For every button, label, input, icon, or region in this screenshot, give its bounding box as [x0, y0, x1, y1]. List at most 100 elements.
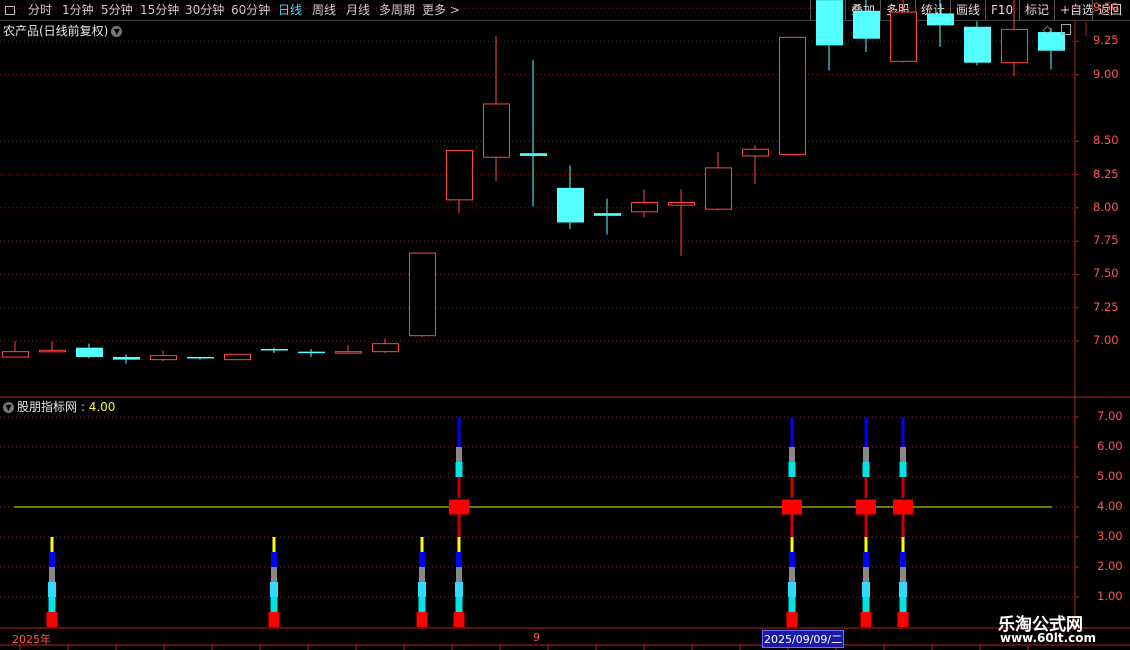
indicator-value: 4.00 — [88, 400, 116, 414]
candle-body — [335, 351, 362, 354]
panel-toggle-icon[interactable] — [1061, 24, 1071, 35]
indicator-name: 股朋指标网 — [17, 400, 78, 414]
indicator-bar-segment — [900, 447, 906, 462]
indicator-bar-segment — [901, 477, 905, 498]
indicator-tick-label: 7.00 — [1097, 409, 1123, 423]
indicator-bar-segment — [900, 567, 906, 582]
candle-body — [2, 351, 29, 358]
indicator-bar-segment — [416, 612, 428, 627]
indicator-bar-segment — [271, 567, 277, 582]
indicator-bar-segment — [453, 612, 465, 627]
indicator-bar-segment — [455, 462, 463, 477]
price-tick-label: 8.50 — [1093, 133, 1119, 148]
chevron-down-icon[interactable]: ▼ — [3, 402, 14, 413]
candle-body — [594, 213, 621, 216]
indicator-bar-segment — [272, 537, 276, 552]
indicator-title: ▼ 股朋指标网 : 4.00 — [3, 398, 115, 415]
indicator-bar-segment — [418, 597, 426, 612]
indicator-bar-segment — [897, 612, 909, 627]
indicator-bar-segment — [899, 462, 907, 477]
indicator-bar-segment — [788, 597, 796, 612]
selected-date-label: 2025/09/09/二 — [762, 630, 845, 648]
indicator-bar-segment — [788, 462, 796, 477]
indicator-bar-segment — [863, 447, 869, 462]
indicator-bar-segment — [46, 612, 58, 627]
candle-body — [261, 348, 288, 351]
indicator-bar-segment — [790, 477, 794, 498]
candle-body — [927, 13, 954, 26]
indicator-bar-segment — [789, 552, 795, 567]
indicator-bar-segment — [790, 513, 794, 537]
indicator-bar-segment — [455, 597, 463, 612]
indicator-bar-segment — [864, 513, 868, 537]
indicator-bar-segment — [860, 612, 872, 627]
kline-chart-canvas[interactable] — [0, 0, 1130, 650]
indicator-bar-segment — [50, 537, 54, 552]
indicator-bar-segment — [418, 582, 426, 597]
candle-body — [187, 356, 214, 359]
indicator-bar-segment — [270, 582, 278, 597]
indicator-tick-label: 5.00 — [1097, 469, 1123, 483]
candle-body — [631, 202, 658, 213]
indicator-bar-segment — [901, 537, 905, 552]
indicator-tick-label: 3.00 — [1097, 529, 1123, 543]
indicator-bar-segment — [419, 552, 425, 567]
candle-body — [224, 353, 251, 361]
candle-body — [964, 26, 991, 63]
price-tick-label: 7.75 — [1093, 233, 1119, 248]
candle-body — [742, 148, 769, 157]
indicator-signal-marker — [782, 499, 802, 515]
candle-body — [76, 347, 103, 357]
candle-body — [1001, 28, 1028, 64]
indicator-signal-marker — [856, 499, 876, 515]
date-start-label: 2025年 — [12, 633, 51, 646]
chevron-down-icon[interactable]: ▼ — [111, 26, 123, 37]
candle-body — [409, 252, 436, 337]
indicator-bar-segment — [862, 597, 870, 612]
indicator-bar-segment — [457, 477, 461, 498]
indicator-signal-marker — [449, 499, 469, 515]
indicator-bar-segment — [457, 537, 461, 552]
candle-body — [816, 0, 843, 46]
indicator-bar-segment — [864, 417, 868, 447]
indicator-bar-segment — [901, 513, 905, 537]
indicator-bar-segment — [789, 447, 795, 462]
indicator-bar-segment — [901, 417, 905, 447]
candle-body — [779, 36, 806, 156]
indicator-bar-segment — [270, 597, 278, 612]
indicator-signal-marker — [893, 499, 913, 515]
indicator-bar-segment — [864, 477, 868, 498]
indicator-bar-segment — [864, 537, 868, 552]
price-tick-label: 7.00 — [1093, 333, 1119, 347]
candle-body — [853, 10, 880, 39]
candle-body — [298, 351, 325, 354]
indicator-bar-segment — [49, 552, 55, 567]
indicator-tick-label: 1.00 — [1097, 589, 1123, 603]
candle-body — [150, 355, 177, 361]
candle-body — [705, 167, 732, 210]
price-tick-label: 7.50 — [1093, 266, 1119, 281]
indicator-bar-segment — [49, 567, 55, 582]
indicator-tick-label: 4.00 — [1097, 499, 1123, 513]
candle-body — [668, 202, 695, 206]
indicator-bar-segment — [899, 582, 907, 597]
indicator-bar-segment — [268, 612, 280, 627]
indicator-bar-segment — [863, 552, 869, 567]
date-mid-label: 9 — [533, 631, 540, 644]
candle-body — [890, 11, 917, 62]
indicator-bar-segment — [48, 582, 56, 597]
diamond-icon[interactable]: ◇ — [1043, 23, 1051, 36]
price-tick-label: 8.00 — [1093, 199, 1119, 214]
indicator-bar-segment — [790, 537, 794, 552]
candle-body — [557, 187, 584, 223]
indicator-bar-segment — [899, 597, 907, 612]
indicator-bar-segment — [457, 417, 461, 447]
stock-title: 农产品(日线前复权) ▼ — [3, 22, 123, 39]
candle-body — [113, 356, 140, 360]
price-tick-label: 7.25 — [1093, 299, 1119, 314]
indicator-bar-segment — [863, 567, 869, 582]
price-tick-label: 9.50 — [1093, 0, 1119, 15]
indicator-bar-segment — [862, 582, 870, 597]
watermark-url: www.60lt.com — [1000, 631, 1097, 645]
stock-title-text: 农产品(日线前复权) — [3, 24, 109, 38]
